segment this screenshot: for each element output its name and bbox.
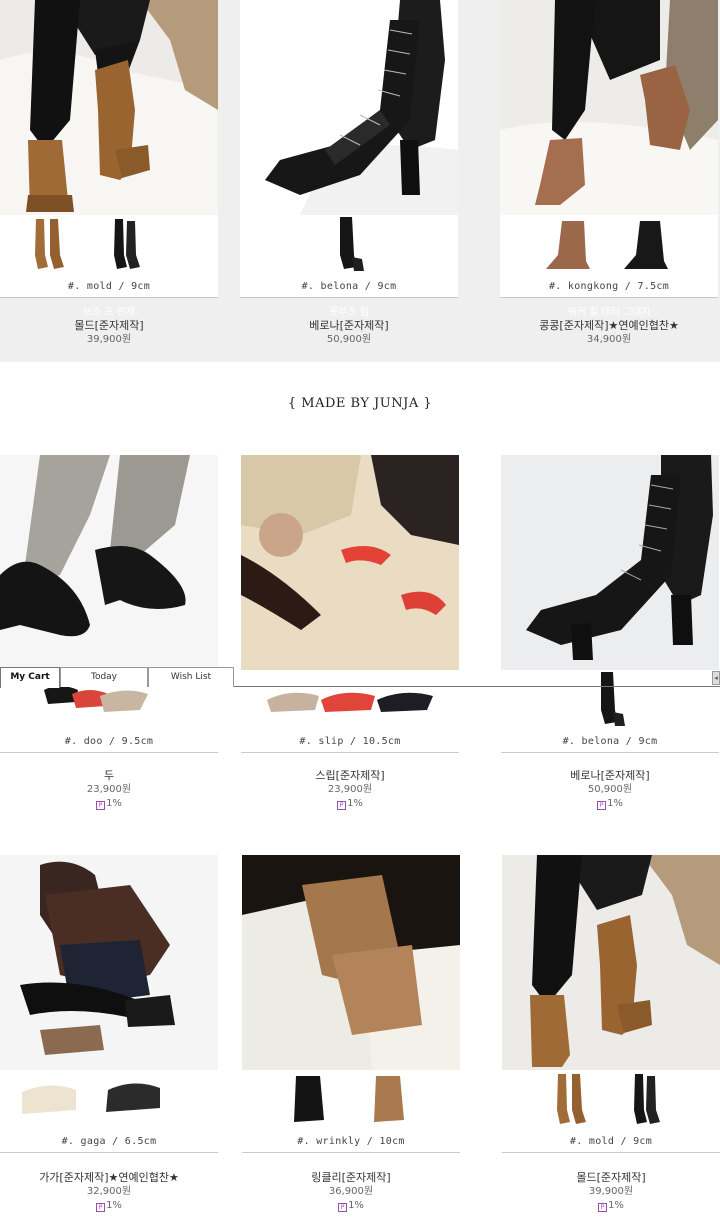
product-code: #. mold / 9cm [502, 1132, 720, 1153]
point-icon: P [598, 1203, 608, 1212]
color-thumbnails [242, 1070, 460, 1132]
product-info: 보조 프 런제 몰드[준자제작] 39,900원 [0, 307, 218, 347]
point-icon: P [96, 1203, 106, 1212]
product-price: 39,900원 [86, 334, 132, 345]
product-card[interactable]: #. mold / 9cm 몰드[준자제작] 39,900원 P 1% [502, 855, 720, 1215]
product-price: 39,900원 [588, 1186, 634, 1197]
product-info: 롱부츠 힘 베로나[준자제작] 50,900원 [240, 307, 458, 347]
product-code: #. doo / 9.5cm [0, 732, 218, 753]
point-rate: P 1% [501, 797, 719, 811]
product-code: #. wrinkly / 10cm [242, 1132, 460, 1153]
point-rate: P 1% [0, 797, 218, 811]
point-icon: P [597, 801, 607, 810]
product-photo[interactable] [240, 0, 458, 215]
product-photo[interactable] [0, 455, 218, 670]
product-photo[interactable] [242, 855, 460, 1070]
product-card[interactable]: #. belona / 9cm 롱부츠 힘 베로나[준자제작] 50,900원 [240, 0, 458, 350]
product-name[interactable]: 링클리[준자제작] [242, 1171, 460, 1185]
product-card[interactable]: #. belona / 9cm 베로나[준자제작] 50,900원 P 1% [501, 455, 719, 815]
product-name[interactable]: 스립[준자제작] [241, 769, 459, 783]
point-icon: P [337, 801, 347, 810]
product-photo[interactable] [241, 455, 459, 670]
point-rate: P 1% [241, 797, 459, 811]
product-card[interactable]: #. kongkong / 7.5cm 워커 힐 태티 그대지 콩콩[준자제작]… [500, 0, 718, 350]
product-price: 50,900원 [326, 334, 372, 345]
color-thumbnails [240, 215, 458, 277]
tab-wish-list[interactable]: Wish List [148, 667, 234, 687]
section-title: { MADE BY JUNJA } [287, 396, 433, 411]
color-thumbnails [0, 1070, 218, 1132]
product-price: 23,900원 [327, 784, 373, 795]
color-thumbnails [500, 215, 718, 277]
product-code: #. kongkong / 7.5cm [500, 277, 718, 298]
product-name[interactable]: 베로나[준자제작] [501, 769, 719, 783]
product-photo[interactable] [0, 855, 218, 1070]
point-rate: P 1% [0, 1199, 218, 1213]
point-icon: P [96, 801, 106, 810]
quick-bar-toggle-icon[interactable]: ◂ [712, 671, 720, 685]
product-info: 베로나[준자제작] 50,900원 P 1% [501, 769, 719, 811]
product-code: #. belona / 9cm [240, 277, 458, 298]
product-card[interactable]: #. mold / 9cm 보조 프 런제 몰드[준자제작] 39,900원 [0, 0, 218, 350]
product-card[interactable]: #. slip / 10.5cm 스립[준자제작] 23,900원 P 1% [241, 455, 459, 815]
point-rate: P 1% [502, 1199, 720, 1213]
tab-my-cart[interactable]: My Cart [0, 667, 60, 688]
product-code: #. belona / 9cm [501, 732, 719, 753]
product-code: #. mold / 9cm [0, 277, 218, 298]
product-price: 34,900원 [586, 334, 632, 345]
quick-bar: My Cart Today Wish List ◂ [0, 667, 720, 688]
product-info: 두 23,900원 P 1% [0, 769, 218, 811]
product-code: #. gaga / 6.5cm [0, 1132, 218, 1153]
product-info: 워커 힐 태티 그대지 콩콩[준자제작]★연예인협찬★ 34,900원 [500, 307, 718, 347]
product-price: 50,900원 [587, 784, 633, 795]
tab-today[interactable]: Today [60, 667, 148, 687]
product-info: 몰드[준자제작] 39,900원 P 1% [502, 1171, 720, 1213]
product-info: 가가[준자제작]★연예인협찬★ 32,900원 P 1% [0, 1171, 218, 1213]
product-tag: 워커 힐 태티 그대지 [567, 307, 651, 318]
point-icon: P [338, 1203, 348, 1212]
color-thumbnails [0, 215, 218, 277]
product-tag: 보조 프 런제 [82, 307, 136, 318]
point-rate: P 1% [242, 1199, 460, 1213]
product-info: 스립[준자제작] 23,900원 P 1% [241, 769, 459, 811]
product-price: 23,900원 [86, 784, 132, 795]
product-card[interactable]: #. wrinkly / 10cm 링클리[준자제작] 36,900원 P 1% [242, 855, 460, 1215]
product-name[interactable]: 몰드[준자제작] [0, 319, 218, 333]
product-name[interactable]: 콩콩[준자제작]★연예인협찬★ [500, 319, 718, 333]
product-card[interactable]: #. gaga / 6.5cm 가가[준자제작]★연예인협찬★ 32,900원 … [0, 855, 218, 1215]
product-name[interactable]: 가가[준자제작]★연예인협찬★ [0, 1171, 218, 1185]
product-code: #. slip / 10.5cm [241, 732, 459, 753]
product-photo[interactable] [502, 855, 720, 1070]
product-name[interactable]: 두 [0, 769, 218, 783]
product-tag: 롱부츠 힘 [329, 307, 369, 318]
product-photo[interactable] [0, 0, 218, 215]
color-thumbnails [502, 1070, 720, 1132]
product-card[interactable]: #. doo / 9.5cm 두 23,900원 P 1% [0, 455, 218, 815]
product-photo[interactable] [501, 455, 719, 670]
product-price: 36,900원 [328, 1186, 374, 1197]
product-price: 32,900원 [86, 1186, 132, 1197]
product-name[interactable]: 베로나[준자제작] [240, 319, 458, 333]
product-info: 링클리[준자제작] 36,900원 P 1% [242, 1171, 460, 1213]
product-photo[interactable] [500, 0, 718, 215]
product-name[interactable]: 몰드[준자제작] [502, 1171, 720, 1185]
